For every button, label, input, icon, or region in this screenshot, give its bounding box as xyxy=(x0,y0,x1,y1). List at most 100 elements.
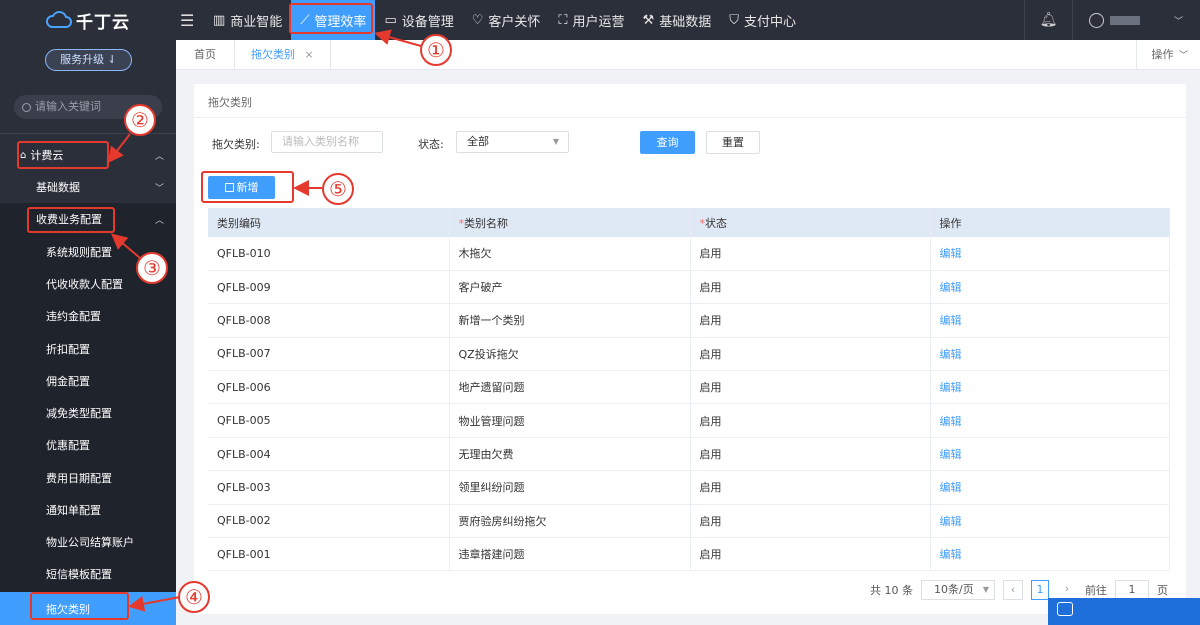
cell-name: 贾府验房纠纷拖欠 xyxy=(449,504,691,539)
table-row: QFLB-010 木拖欠 启用 编辑 xyxy=(208,237,1170,271)
edit-link[interactable]: 编辑 xyxy=(930,270,1170,305)
sidebar-item-penalty[interactable]: 违约金配置 xyxy=(0,300,176,332)
cell-name: 木拖欠 xyxy=(449,237,691,271)
title-divider xyxy=(194,117,1186,118)
edit-link[interactable]: 编辑 xyxy=(930,303,1170,338)
upgrade-button[interactable]: 服务升级 ⇃ xyxy=(45,49,132,71)
cell-status: 启用 xyxy=(690,470,931,505)
cell-code: QFLB-006 xyxy=(208,370,450,405)
tab-home[interactable]: 首页 xyxy=(176,39,235,70)
edit-link[interactable]: 编辑 xyxy=(930,537,1170,572)
annotation-box-2 xyxy=(17,141,109,169)
cell-name: 无理由欠费 xyxy=(449,437,691,472)
edit-link[interactable]: 编辑 xyxy=(930,403,1170,438)
cell-code: QFLB-010 xyxy=(208,237,450,271)
cell-name: 领里纠纷问题 xyxy=(449,470,691,505)
cell-status: 启用 xyxy=(690,504,931,539)
sidebar-item-sms[interactable]: 短信模板配置 xyxy=(0,558,176,590)
tabs-operations-button[interactable]: 操作 ﹀ xyxy=(1136,40,1200,70)
sidebar-item-promotion[interactable]: 优惠配置 xyxy=(0,429,176,461)
search-icon xyxy=(22,102,31,112)
edit-link[interactable]: 编辑 xyxy=(930,470,1170,505)
query-button[interactable]: 查询 xyxy=(640,131,695,154)
heart-icon: ♡ xyxy=(471,12,484,28)
sidebar-item-label: 代收收款人配置 xyxy=(46,278,123,291)
annotation-number-1: ① xyxy=(420,34,452,66)
nav-payment-center[interactable]: ⛉ 支付中心 xyxy=(720,0,805,40)
goto-page-input[interactable]: 1 xyxy=(1115,580,1149,600)
edit-link[interactable]: 编辑 xyxy=(930,437,1170,472)
chart-icon: ▥ xyxy=(213,12,226,28)
cell-status: 启用 xyxy=(690,437,931,472)
cell-status: 启用 xyxy=(690,337,931,372)
tabs-bar: 首页 拖欠类别 × 操作 ﹀ xyxy=(176,39,1200,70)
edit-link[interactable]: 编辑 xyxy=(930,337,1170,372)
reset-button[interactable]: 重置 xyxy=(706,131,760,154)
chevron-down-icon: ﹀ xyxy=(1174,16,1184,27)
edit-link[interactable]: 编辑 xyxy=(930,370,1170,405)
sidebar-item-basic-data[interactable]: 基础数据 ﹀ xyxy=(0,171,176,203)
user-menu[interactable]: ﹀ xyxy=(1072,0,1200,40)
tab-arrears-category[interactable]: 拖欠类别 × xyxy=(235,39,331,70)
next-page-button[interactable]: › xyxy=(1057,580,1077,600)
page-size-select[interactable]: 10条/页 ▼ xyxy=(921,580,995,600)
cell-code: QFLB-009 xyxy=(208,270,450,305)
column-header-name: *类别名称 xyxy=(449,208,691,237)
chat-icon xyxy=(1057,602,1073,616)
annotation-number-2: ② xyxy=(124,104,156,136)
nav-customer-care[interactable]: ♡ 客户关怀 xyxy=(463,0,550,40)
nav-user-operations[interactable]: ⛶ 用户运营 xyxy=(549,0,633,40)
cell-status: 启用 xyxy=(690,403,931,438)
close-icon[interactable]: × xyxy=(305,48,314,61)
page-title: 拖欠类别 xyxy=(208,96,252,109)
sidebar-item-label: 基础数据 xyxy=(36,181,80,194)
username-redacted xyxy=(1110,15,1140,25)
cell-status: 启用 xyxy=(690,270,931,305)
caret-down-icon: ▼ xyxy=(982,585,989,594)
table-row: QFLB-001 违章搭建问题 启用 编辑 xyxy=(208,537,1170,572)
nav-business-intelligence[interactable]: ▥ 商业智能 xyxy=(204,0,291,40)
table-row: QFLB-002 贾府验房纠纷拖欠 启用 编辑 xyxy=(208,504,1170,539)
chat-widget[interactable] xyxy=(1048,598,1200,625)
prev-page-button[interactable]: ‹ xyxy=(1003,580,1023,600)
nav-basic-data[interactable]: ⚒ 基础数据 xyxy=(634,0,721,40)
page-number-current[interactable]: 1 xyxy=(1031,580,1049,600)
cell-status: 启用 xyxy=(690,537,931,572)
content-card: 拖欠类别 拖欠类别: 请输入类别名称 状态: 全部 ▼ 查询 重置 新增 类别编… xyxy=(194,84,1186,614)
annotation-box-4 xyxy=(30,592,129,620)
category-filter-label: 拖欠类别: xyxy=(212,138,260,151)
category-name-input[interactable]: 请输入类别名称 xyxy=(271,131,383,153)
cell-code: QFLB-004 xyxy=(208,437,450,472)
sidebar-item-settlement[interactable]: 物业公司结算账户 xyxy=(0,526,176,558)
column-header-operation: 操作 xyxy=(930,208,1170,237)
column-header-label: 类别名称 xyxy=(464,216,508,230)
menu-toggle-icon[interactable]: ☰ xyxy=(176,11,204,30)
table-row: QFLB-003 领里纠纷问题 启用 编辑 xyxy=(208,470,1170,505)
annotation-number-5: ⑤ xyxy=(322,173,354,205)
avatar xyxy=(1089,12,1104,28)
brand-name: 千丁云 xyxy=(76,12,130,33)
edit-link[interactable]: 编辑 xyxy=(930,504,1170,539)
status-filter-label: 状态: xyxy=(418,138,444,151)
sidebar-item-discount[interactable]: 折扣配置 xyxy=(0,333,176,365)
page-unit-label: 页 xyxy=(1157,584,1168,597)
sidebar-item-notice[interactable]: 通知单配置 xyxy=(0,494,176,526)
ops-label: 操作 xyxy=(1151,48,1174,61)
column-header-code: 类别编码 xyxy=(208,208,450,237)
cell-name: 地产遗留问题 xyxy=(449,370,691,405)
sidebar-item-reduction[interactable]: 减免类型配置 xyxy=(0,397,176,429)
status-select[interactable]: 全部 ▼ xyxy=(456,131,569,153)
table-row: QFLB-007 QZ投诉拖欠 启用 编辑 xyxy=(208,337,1170,372)
users-icon: ⛶ xyxy=(558,12,568,28)
caret-down-icon: ▼ xyxy=(552,137,559,146)
page-size-value: 10条/页 xyxy=(934,583,974,596)
cell-name: 客户破产 xyxy=(449,270,691,305)
cell-code: QFLB-008 xyxy=(208,303,450,338)
edit-link[interactable]: 编辑 xyxy=(930,237,1170,271)
sidebar-item-commission[interactable]: 佣金配置 xyxy=(0,365,176,397)
cell-status: 启用 xyxy=(690,370,931,405)
bell-icon[interactable]: 🔔︎ xyxy=(1024,0,1072,40)
sidebar-item-fee-date[interactable]: 费用日期配置 xyxy=(0,462,176,494)
cell-status: 启用 xyxy=(690,237,931,271)
nav-device-management[interactable]: ▭ 设备管理 xyxy=(375,0,462,40)
